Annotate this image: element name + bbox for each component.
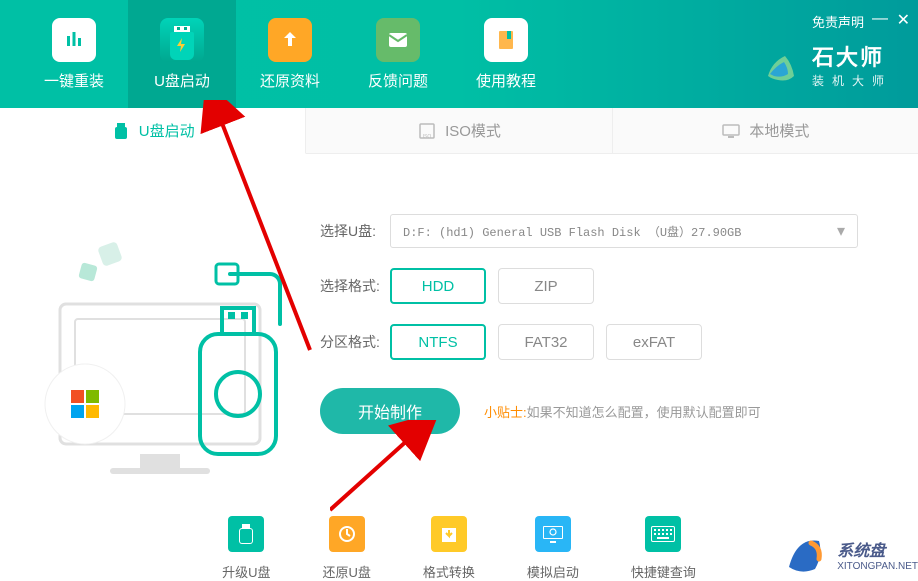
nav-label: 还原资料 xyxy=(260,70,320,91)
keyboard-icon xyxy=(645,516,681,552)
tab-label: ISO模式 xyxy=(445,120,501,141)
convert-icon xyxy=(431,516,467,552)
footer-label: 还原U盘 xyxy=(322,562,370,581)
config-form: 选择U盘: D:F: (hd1) General USB Flash Disk … xyxy=(310,154,918,516)
watermark-logo-icon xyxy=(781,529,831,579)
reinstall-icon xyxy=(52,18,96,62)
nav-feedback[interactable]: 反馈问题 xyxy=(344,0,452,108)
partition-ntfs-button[interactable]: NTFS xyxy=(390,324,486,360)
footer-simulate-boot[interactable]: 模拟启动 xyxy=(527,516,579,581)
tab-local-mode[interactable]: 本地模式 xyxy=(613,108,918,154)
usb-icon xyxy=(111,121,131,141)
partition-label: 分区格式: xyxy=(320,332,390,352)
close-icon[interactable]: ✕ xyxy=(897,10,910,30)
format-zip-button[interactable]: ZIP xyxy=(498,268,594,304)
restore-usb-icon xyxy=(329,516,365,552)
brand-logo-area: 石大师 装机大师 xyxy=(760,40,892,89)
header-bar: 免责声明 — ✕ 一键重装 U盘启动 还原资料 反馈问题 xyxy=(0,0,918,108)
footer-label: 升级U盘 xyxy=(222,562,270,581)
nav-label: 一键重装 xyxy=(44,70,104,91)
start-create-button[interactable]: 开始制作 xyxy=(320,388,460,434)
tab-label: 本地模式 xyxy=(749,120,809,141)
monitor-icon xyxy=(721,121,741,141)
nav-label: U盘启动 xyxy=(154,70,210,91)
format-label: 选择格式: xyxy=(320,276,390,296)
watermark: 系统盘 XITONGPAN.NET xyxy=(781,529,918,579)
usb-illustration xyxy=(0,154,310,516)
brand-tagline: 装机大师 xyxy=(812,72,892,89)
brand-name: 石大师 xyxy=(812,40,892,72)
simulate-icon xyxy=(535,516,571,552)
upgrade-icon xyxy=(228,516,264,552)
usb-select-value: D:F: (hd1) General USB Flash Disk （U盘）27… xyxy=(403,223,741,240)
nav-usb-boot[interactable]: U盘启动 xyxy=(128,0,236,108)
svg-text:ISO: ISO xyxy=(423,134,432,140)
mode-tabs: U盘启动 ISO ISO模式 本地模式 xyxy=(0,108,918,154)
restore-icon xyxy=(268,18,312,62)
partition-fat32-button[interactable]: FAT32 xyxy=(498,324,594,360)
footer-label: 快捷键查询 xyxy=(631,562,696,581)
footer-restore-usb[interactable]: 还原U盘 xyxy=(322,516,370,581)
usb-select-dropdown[interactable]: D:F: (hd1) General USB Flash Disk （U盘）27… xyxy=(390,214,858,248)
tip-message: 小贴士:如果不知道怎么配置，使用默认配置即可 xyxy=(484,402,761,421)
footer-format-convert[interactable]: 格式转换 xyxy=(423,516,475,581)
disclaimer-link[interactable]: 免责声明 xyxy=(812,12,864,31)
usb-select-label: 选择U盘: xyxy=(320,221,390,241)
main-nav: 一键重装 U盘启动 还原资料 反馈问题 使用教程 xyxy=(20,0,560,108)
watermark-sub: XITONGPAN.NET xyxy=(837,561,918,572)
tip-text: 如果不知道怎么配置，使用默认配置即可 xyxy=(527,405,761,420)
tab-usb-boot[interactable]: U盘启动 xyxy=(0,108,306,154)
usb-boot-icon xyxy=(160,18,204,62)
feedback-icon xyxy=(376,18,420,62)
tab-label: U盘启动 xyxy=(139,120,195,141)
chevron-down-icon: ▾ xyxy=(837,221,845,241)
footer-hotkey-query[interactable]: 快捷键查询 xyxy=(631,516,696,581)
footer-label: 格式转换 xyxy=(423,562,475,581)
footer-label: 模拟启动 xyxy=(527,562,579,581)
main-content: 选择U盘: D:F: (hd1) General USB Flash Disk … xyxy=(0,154,918,516)
watermark-main: 系统盘 xyxy=(837,537,918,561)
tab-iso-mode[interactable]: ISO ISO模式 xyxy=(306,108,612,154)
tutorial-icon xyxy=(484,18,528,62)
tip-label: 小贴士: xyxy=(484,405,527,420)
minimize-icon[interactable]: — xyxy=(872,14,888,24)
nav-restore[interactable]: 还原资料 xyxy=(236,0,344,108)
footer-upgrade-usb[interactable]: 升级U盘 xyxy=(222,516,270,581)
brand-logo-icon xyxy=(760,44,802,86)
format-hdd-button[interactable]: HDD xyxy=(390,268,486,304)
partition-exfat-button[interactable]: exFAT xyxy=(606,324,702,360)
nav-tutorial[interactable]: 使用教程 xyxy=(452,0,560,108)
nav-label: 使用教程 xyxy=(476,70,536,91)
nav-label: 反馈问题 xyxy=(368,70,428,91)
nav-reinstall[interactable]: 一键重装 xyxy=(20,0,128,108)
iso-icon: ISO xyxy=(417,121,437,141)
